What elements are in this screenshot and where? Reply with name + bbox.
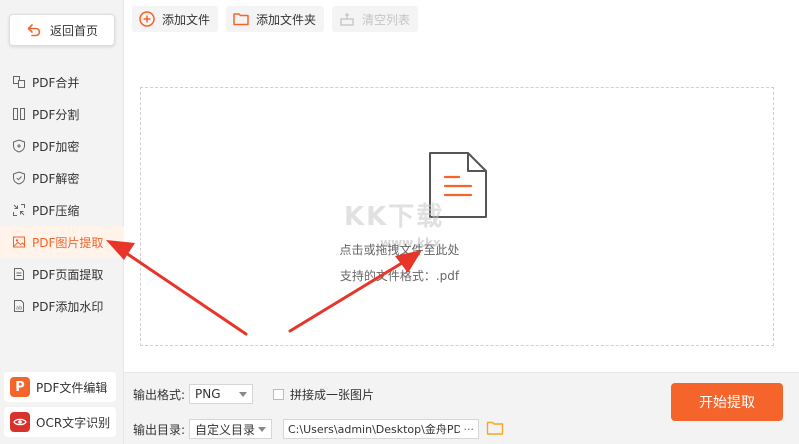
open-folder-icon[interactable] [486,420,504,436]
merge-icon [13,76,25,88]
chevron-down-icon [239,392,247,397]
output-format-value: PNG [195,387,221,401]
sidebar-item-pdf-compress[interactable]: PDF压缩 [0,194,124,226]
back-home-button[interactable]: 返回首页 [9,14,115,46]
broom-icon [340,13,354,26]
output-dir-label: 输出目录: [133,423,186,437]
sidebar-item-pdf-watermark[interactable]: ab PDF添加水印 [0,290,124,322]
pdf-editor-label: PDF文件编辑 [36,380,108,395]
sidebar-item-label: PDF添加水印 [32,299,104,314]
ocr-label: OCR文字识别 [36,415,111,430]
sidebar: 返回首页 PDF合并 PDF分割 PDF加密 PDF解密 PDF压缩 PDF图片… [0,0,124,444]
output-path-field[interactable]: C:\Users\admin\Desktop\金舟PDF转换 ··· [283,419,479,439]
sidebar-item-pdf-merge[interactable]: PDF合并 [0,66,124,98]
folder-icon [233,13,249,26]
output-path-value: C:\Users\admin\Desktop\金舟PDF转换 [288,423,460,436]
more-button[interactable]: ··· [460,423,479,436]
svg-text:ab: ab [16,306,22,312]
add-file-button[interactable]: 添加文件 [132,6,219,32]
split-icon [13,108,25,120]
chevron-down-icon [258,427,266,432]
back-home-label: 返回首页 [49,23,98,38]
sidebar-item-pdf-split[interactable]: PDF分割 [0,98,124,130]
sidebar-item-pdf-decrypt[interactable]: PDF解密 [0,162,124,194]
supported-formats-text: 支持的文件格式：.pdf [339,269,460,283]
sidebar-item-label: PDF加密 [32,139,80,154]
sidebar-item-pdf-encrypt[interactable]: PDF加密 [0,130,124,162]
pdf-editor-app-button[interactable]: P PDF文件编辑 [4,372,116,402]
output-dir-select[interactable]: 自定义目录 [189,419,272,439]
clear-list-label: 清空列表 [362,12,411,27]
plus-circle-icon [139,11,155,27]
merge-images-checkbox[interactable] [273,389,284,400]
toolbar: 添加文件 添加文件夹 清空列表 [132,6,419,32]
merge-images-label: 拼接成一张图片 [290,388,375,402]
compress-icon [13,204,25,216]
lock-shield-icon [13,139,25,153]
sidebar-item-label: PDF压缩 [32,203,80,218]
output-format-label: 输出格式: [133,388,186,402]
drop-hint-text: 点击或拖拽文件至此处 [339,243,460,257]
add-file-label: 添加文件 [162,12,211,27]
clear-list-button[interactable]: 清空列表 [332,6,419,32]
sidebar-item-label: PDF解密 [32,171,80,186]
unlock-shield-icon [13,171,25,185]
start-extract-button[interactable]: 开始提取 [671,383,783,421]
watermark-icon: ab [14,300,24,312]
back-arrow-icon [27,24,41,37]
watermark-text: KK下载 [344,202,445,232]
ocr-app-button[interactable]: OCR文字识别 [4,407,116,437]
output-dir-value: 自定义目录 [195,422,256,437]
output-format-select[interactable]: PNG [189,384,253,404]
sidebar-item-label: PDF分割 [32,107,80,122]
sidebar-item-label: PDF合并 [32,75,80,90]
pdf-editor-icon: P [10,377,30,397]
add-folder-button[interactable]: 添加文件夹 [226,6,325,32]
add-folder-label: 添加文件夹 [256,12,317,27]
ocr-eye-icon [10,412,30,432]
